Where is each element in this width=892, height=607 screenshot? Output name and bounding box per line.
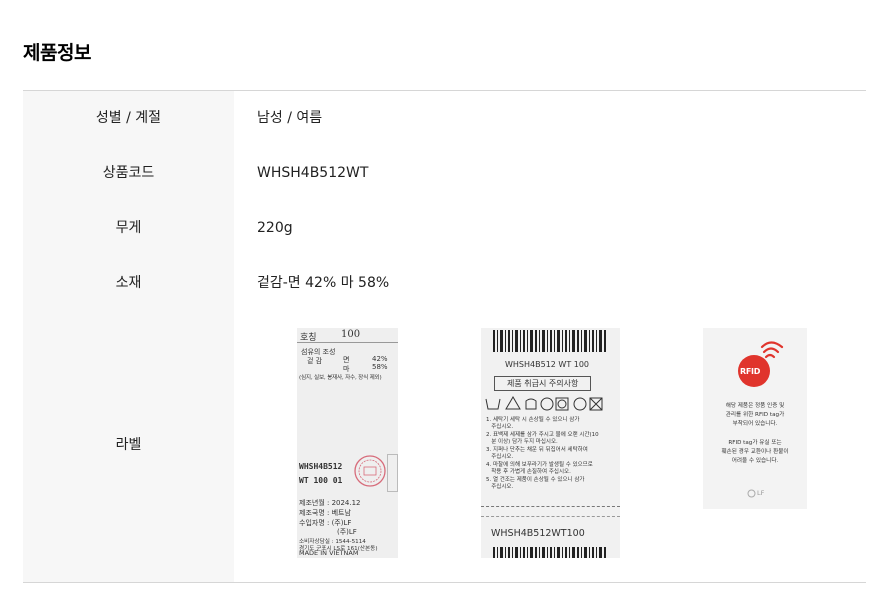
product-code-2: WT 100 01 [299,476,343,485]
rfid-note: 어려울 수 있습니다. [731,458,779,464]
section-title: 제품정보 [23,42,91,64]
row-value: 220g [257,220,293,236]
rfid-note: 해당 제품은 정품 인증 및 [725,403,785,409]
side-box [387,454,398,492]
rfid-logo-icon [738,341,784,387]
rfid-note: RFID tag가 유실 또는 [728,440,782,446]
code-top: WHSH4B512 WT 100 [505,360,590,369]
row-label-label: 라벨 [115,437,142,453]
care-label-image: WHSH4B512 WT 100 제품 취급시 주의사항 1. 세탁기 세탁 시… [481,328,620,558]
table-row-product-code: 상품코드 WHSH4B512WT [23,146,866,201]
exclusions: (심지, 실보, 봉재사, 자수, 장식 제외) [299,375,382,381]
rfid-card-image: RFID 해당 제품은 정품 인증 및 관리를 위한 RFID tag가 부착되… [703,328,807,509]
product-info-table: 성별 / 계절 남성 / 여름 상품코드 WHSH4B512WT 무게 220g… [23,90,866,583]
row-value: WHSH4B512WT [257,165,369,181]
maker: (주)LF [337,528,357,536]
barcode-bottom-icon [493,547,606,558]
table-row-weight: 무게 220g [23,201,866,256]
row-label: 상품코드 [102,165,155,181]
shell-label: 겉 감 [307,357,323,365]
made-date: 제조년월 : 2024.12 [299,499,361,507]
rfid-note: 훼손된 경우 교환이나 환불이 [721,449,789,455]
seal-stamp-icon [354,455,386,487]
origin: MADE IN VIETNAM [299,549,359,557]
product-code: WHSH4B512 [299,462,343,471]
cotton-percent: 42% [372,355,388,363]
care-note: 주십시오. [486,484,514,490]
lf-brand: LF [757,489,765,497]
row-label: 무게 [115,220,142,236]
care-note: 분 이상) 담가 두지 마십시오. [486,439,558,445]
row-label: 성별 / 계절 [95,110,162,126]
table-row-gender-season: 성별 / 계절 남성 / 여름 [23,91,866,146]
linen-percent: 58% [372,363,388,371]
cut-line [481,516,620,517]
composition-label-image: 호칭 100 섬유의 조성 겉 감 면 42% 마 58% (심지, 실보, 봉… [297,328,398,558]
row-label: 소재 [115,275,142,291]
care-note: 주십시오. [486,454,514,460]
divider [297,342,398,343]
code-bottom: WHSH4B512WT100 [491,528,585,539]
care-title: 제품 취급시 주의사항 [494,376,592,391]
care-symbols-icon [485,396,603,411]
cut-line [481,506,620,507]
country: 제조국명 : 베트남 [299,509,351,517]
row-value: 겉감-면 42% 마 58% [257,275,390,291]
size-value: 100 [341,329,361,340]
barcode-top-icon [493,330,606,352]
care-note: 착용 후 가볍게 손질하여 주십시오. [486,469,571,475]
rfid-note: 부착되어 있습니다. [732,421,778,427]
rfid-logo-text: RFID [740,367,761,376]
lf-logo-icon [747,489,756,498]
row-value: 남성 / 여름 [257,110,323,126]
rfid-note: 관리를 위한 RFID tag가 [725,412,785,418]
table-row-material: 소재 겉감-면 42% 마 58% [23,256,866,311]
care-note: 주십시오. [486,424,514,430]
